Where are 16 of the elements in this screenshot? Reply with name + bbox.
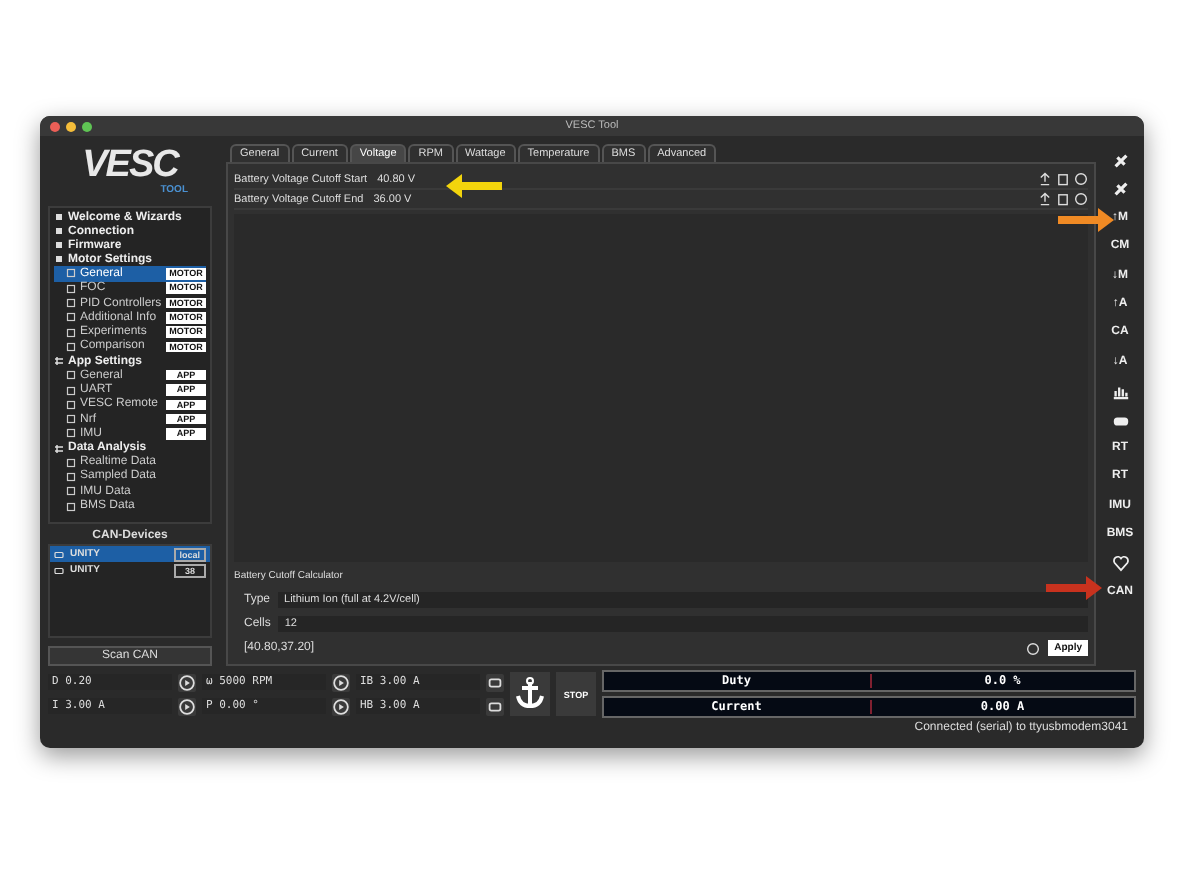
minimize-button[interactable]: [66, 121, 76, 131]
group-icon: [54, 443, 64, 454]
bar-chart-icon[interactable]: [1111, 382, 1129, 401]
zoom-button[interactable]: [82, 121, 92, 131]
play-icon[interactable]: [332, 697, 350, 715]
upload-icon[interactable]: [1038, 172, 1052, 186]
close-button[interactable]: [50, 121, 60, 131]
anchor-icon[interactable]: [510, 672, 550, 716]
upload-icon[interactable]: [1038, 192, 1052, 206]
heart-icon[interactable]: [1111, 554, 1129, 573]
group-icon: [54, 356, 64, 367]
play-icon[interactable]: [332, 673, 350, 691]
logo-wordmark: VESC: [82, 147, 178, 184]
help-icon[interactable]: [1026, 641, 1041, 655]
play-icon[interactable]: [178, 673, 196, 691]
play-icon[interactable]: [178, 697, 196, 715]
